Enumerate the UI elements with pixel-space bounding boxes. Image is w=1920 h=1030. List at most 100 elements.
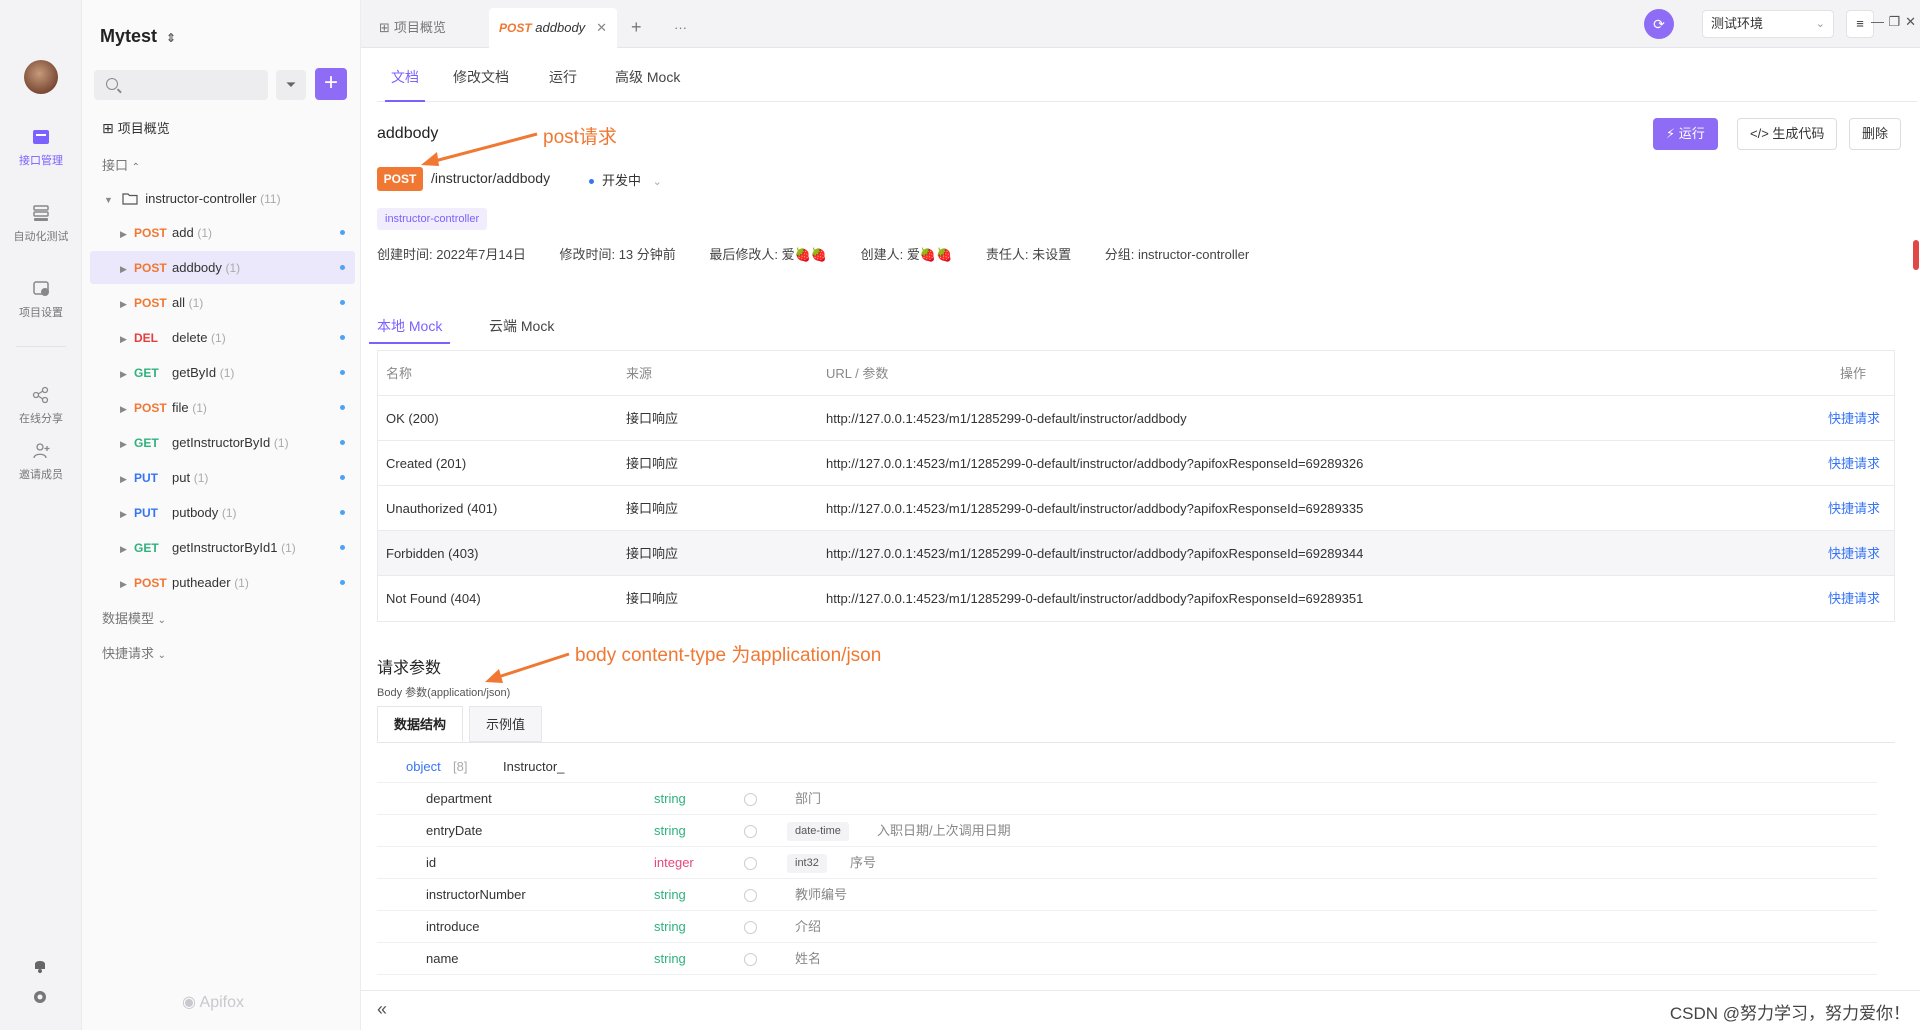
apifox-logo-icon: ◉ — [182, 994, 196, 1011]
add-button[interactable]: + — [315, 68, 347, 100]
status-label: 开发中 — [602, 173, 642, 188]
environment-select[interactable]: 测试环境 ⌄ — [1702, 10, 1834, 38]
rail-api-management[interactable]: 接口管理 — [0, 128, 82, 168]
tab-addbody[interactable]: POST addbody ✕ — [489, 8, 617, 48]
restore-icon[interactable]: ❐ — [1888, 14, 1900, 30]
quick-request-link[interactable]: 快捷请求 — [1828, 531, 1880, 576]
tab-project-overview[interactable]: ⊞ 项目概览 — [379, 0, 446, 48]
mock-name: Not Found (404) — [386, 591, 481, 606]
sidebar-endpoint-item[interactable]: ▶ POST putheader (1) — [90, 566, 355, 599]
quick-request-link[interactable]: 快捷请求 — [1828, 486, 1880, 531]
automation-icon — [33, 205, 49, 221]
api-section-header[interactable]: 接口 ⌃ — [102, 155, 140, 174]
endpoint-name: addbody — [172, 260, 222, 275]
folder-name: instructor-controller — [145, 191, 257, 206]
api-tree-sidebar: Mytest ⇕ ⏷ + ⊞ 项目概览 接口 ⌃ ▼ instructor-con… — [82, 0, 361, 1030]
required-radio[interactable] — [744, 793, 757, 806]
schema-field-row: name string 姓名 — [377, 943, 1877, 975]
mock-url[interactable]: http://127.0.0.1:4523/m1/1285299-0-defau… — [826, 396, 1187, 441]
api-path: /instructor/addbody — [431, 170, 551, 186]
field-format: int32 — [787, 854, 827, 873]
more-tabs-button[interactable]: ··· — [674, 0, 687, 48]
tab-cloud-mock[interactable]: 云端 Mock — [489, 308, 554, 344]
project-switcher[interactable]: Mytest ⇕ — [100, 26, 176, 47]
mock-url[interactable]: http://127.0.0.1:4523/m1/1285299-0-defau… — [826, 576, 1363, 621]
sidebar-endpoint-item[interactable]: ▶ POST add (1) — [90, 216, 355, 249]
window-close-icon[interactable]: ✕ — [1905, 14, 1916, 30]
sidebar-item-overview[interactable]: ⊞ 项目概览 — [90, 112, 355, 145]
required-radio[interactable] — [744, 953, 757, 966]
tab-data-structure[interactable]: 数据结构 — [377, 706, 464, 742]
sidebar-endpoint-item[interactable]: ▶ GET getById (1) — [90, 356, 355, 389]
sidebar-endpoint-item[interactable]: ▶ PUT put (1) — [90, 461, 355, 494]
tab-local-mock[interactable]: 本地 Mock — [369, 308, 451, 344]
tab-example[interactable]: 示例值 — [469, 706, 543, 742]
scrollbar[interactable] — [1912, 100, 1920, 620]
field-name: department — [426, 791, 492, 806]
mock-url[interactable]: http://127.0.0.1:4523/m1/1285299-0-defau… — [826, 531, 1363, 576]
mock-name: Unauthorized (401) — [386, 501, 498, 516]
menu-button[interactable]: ≡ — [1846, 10, 1874, 38]
rail-online-share[interactable]: 在线分享 — [0, 386, 82, 426]
folder-tag[interactable]: instructor-controller — [377, 208, 488, 230]
quick-requests-section[interactable]: 快捷请求 ⌄ — [102, 643, 166, 662]
quick-request-link[interactable]: 快捷请求 — [1828, 396, 1880, 441]
subtab-advanced-mock[interactable]: 高级 Mock — [615, 60, 680, 102]
bell-icon[interactable] — [31, 956, 49, 974]
subtab-edit-doc[interactable]: 修改文档 — [453, 60, 509, 102]
sync-button[interactable]: ⟳ — [1644, 9, 1674, 39]
folder-count: (11) — [260, 192, 281, 206]
folder-item[interactable]: ▼ instructor-controller (11) — [90, 182, 355, 215]
required-radio[interactable] — [744, 857, 757, 870]
generate-code-button[interactable]: </> 生成代码 — [1737, 118, 1838, 150]
rail-automation-test[interactable]: 自动化测试 — [0, 204, 82, 244]
endpoint-name: getInstructorById1 — [172, 540, 278, 555]
sidebar-endpoint-item[interactable]: ▶ GET getInstructorById1 (1) — [90, 531, 355, 564]
required-radio[interactable] — [744, 889, 757, 902]
search-input[interactable] — [94, 70, 268, 100]
api-icon — [33, 130, 49, 144]
delete-button[interactable]: 删除 — [1849, 118, 1902, 150]
field-format: date-time — [787, 822, 849, 841]
method-label: POST — [134, 226, 167, 240]
mock-name: Created (201) — [386, 456, 467, 471]
filter-button[interactable]: ⏷ — [276, 70, 306, 100]
endpoint-count: (1) — [281, 541, 296, 555]
subtab-doc[interactable]: 文档 — [385, 60, 425, 102]
rail-invite-members[interactable]: 邀请成员 — [0, 442, 82, 482]
avatar[interactable] — [24, 60, 58, 94]
rail-project-settings[interactable]: 项目设置 — [0, 280, 82, 320]
sidebar-endpoint-item[interactable]: ▶ GET getInstructorById (1) — [90, 426, 355, 459]
quick-request-link[interactable]: 快捷请求 — [1828, 441, 1880, 486]
quick-request-link[interactable]: 快捷请求 — [1828, 576, 1880, 621]
minimize-icon[interactable]: — — [1871, 14, 1884, 29]
run-button[interactable]: ⚡ 运行 — [1653, 118, 1718, 150]
collapse-icon[interactable]: « — [377, 999, 387, 1020]
status-select[interactable]: 开发中 ⌄ — [589, 170, 662, 189]
status-dot — [340, 300, 345, 305]
field-type: string — [654, 791, 686, 806]
gear-icon[interactable] — [31, 988, 49, 1006]
sidebar-endpoint-item[interactable]: ▶ POST all (1) — [90, 286, 355, 319]
tab-label: 项目概览 — [393, 20, 446, 35]
close-icon[interactable]: ✕ — [596, 8, 607, 48]
sidebar-endpoint-item[interactable]: ▶ POST file (1) — [90, 391, 355, 424]
schema-box: object [8] Instructor_ department string 部… — [377, 742, 1895, 1030]
data-models-section[interactable]: 数据模型 ⌄ — [102, 608, 166, 627]
sidebar-endpoint-item[interactable]: ▶ POST addbody (1) — [90, 251, 355, 284]
watermark: CSDN @努力学习，努力爱你！ — [1669, 1004, 1910, 1023]
required-radio[interactable] — [744, 825, 757, 838]
rail-label: 在线分享 — [19, 413, 63, 425]
new-tab-button[interactable]: + — [631, 0, 642, 48]
status-dot — [340, 230, 345, 235]
mock-url[interactable]: http://127.0.0.1:4523/m1/1285299-0-defau… — [826, 486, 1363, 531]
subtab-run[interactable]: 运行 — [549, 60, 577, 102]
brand-name: Apifox — [199, 994, 244, 1011]
sidebar-endpoint-item[interactable]: ▶ PUT putbody (1) — [90, 496, 355, 529]
schema-field-row: instructorNumber string 教师编号 — [377, 879, 1877, 911]
required-radio[interactable] — [744, 921, 757, 934]
mock-url[interactable]: http://127.0.0.1:4523/m1/1285299-0-defau… — [826, 441, 1363, 486]
object-type: object — [406, 759, 441, 774]
sidebar-endpoint-item[interactable]: ▶ DEL delete (1) — [90, 321, 355, 354]
grid-icon: ⊞ — [102, 120, 114, 136]
